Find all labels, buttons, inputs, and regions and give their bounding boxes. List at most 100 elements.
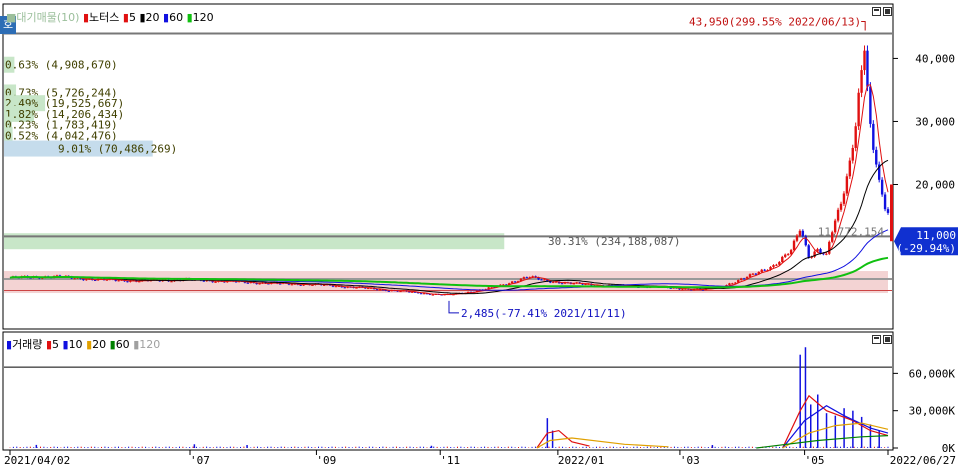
candle-body: [798, 230, 802, 236]
candle-body: [872, 123, 875, 150]
candle-body: [126, 281, 129, 283]
date-tick-label: '07: [190, 454, 210, 467]
legend-item-vma5[interactable]: ▮5: [46, 338, 59, 351]
candle-body: [85, 279, 88, 281]
candle-body: [854, 126, 857, 148]
candle-body: [763, 269, 766, 271]
candle-body: [748, 274, 752, 277]
candle-body: [387, 290, 391, 292]
date-tick-label: 2021/04/02: [4, 454, 70, 467]
legend-item-vma60[interactable]: ▮60: [110, 338, 130, 351]
candle-body: [552, 281, 555, 283]
candle-body: [875, 149, 878, 165]
current-price: 11,000: [916, 229, 956, 242]
candle-body: [560, 283, 564, 285]
candle-body: [584, 284, 587, 286]
candle-body: [807, 245, 810, 258]
volume-profile-label: 0.52% (4,042,476): [5, 129, 118, 142]
legend-item-supply[interactable]: ■대기매물(10): [6, 11, 79, 24]
candle-body: [510, 281, 514, 284]
candle-body: [845, 176, 849, 194]
price-tick-label: 40,000: [915, 52, 955, 65]
candle-body: [828, 241, 831, 254]
candle-body: [839, 203, 843, 210]
candle-body: [378, 289, 382, 291]
volume-legend: ▮거래량 ▮5 ▮10 ▮20 ▮60 ▮120: [6, 336, 160, 352]
volume-tick-label: 60,000K: [909, 367, 956, 380]
candle-body: [246, 282, 250, 284]
candle-body: [731, 283, 734, 285]
candle-body: [880, 179, 884, 195]
candle-body: [825, 253, 828, 255]
legend-item-volume[interactable]: ▮거래량: [6, 338, 42, 351]
candle-body: [411, 291, 414, 293]
legend-item-symbol[interactable]: ▮노터스: [83, 11, 119, 24]
date-tick-label: '11: [440, 454, 460, 467]
candle-body: [848, 160, 852, 177]
candle-body: [278, 283, 282, 285]
candle-body: [842, 193, 846, 204]
candle-body: [728, 283, 731, 286]
candle-body: [751, 273, 755, 275]
min-price-annotation: 2,485(-77.41% 2021/11/11): [461, 307, 627, 320]
legend-item-ma20[interactable]: ▮20: [139, 11, 159, 24]
volume-pane-close-icon[interactable]: [883, 335, 892, 344]
candle-body: [540, 279, 543, 281]
candle-body: [869, 86, 872, 124]
candle-body: [214, 281, 217, 283]
price-tick-label: 30,000: [915, 115, 955, 128]
candle-body: [739, 278, 743, 281]
volume-pane-maximize-icon[interactable]: [872, 335, 881, 344]
candle-body: [795, 235, 799, 241]
candle-body: [886, 209, 890, 213]
volume-profile-label: 0.63% (4,908,670): [5, 59, 118, 72]
candle-body: [860, 70, 863, 93]
legend-item-ma5[interactable]: ▮5: [123, 11, 136, 24]
candle-body: [760, 269, 763, 273]
candle-body: [543, 279, 546, 281]
candle-body: [801, 230, 805, 237]
volume-tick-label: 30,000K: [909, 405, 956, 418]
candle-body: [786, 254, 790, 256]
candle-body: [784, 254, 787, 257]
candle-body: [343, 287, 346, 289]
candle-body: [419, 293, 423, 295]
ma-end-label: 11,772,154: [818, 225, 885, 238]
candle-body: [202, 280, 206, 282]
candle-body: [117, 280, 120, 282]
price-pane-close-icon[interactable]: [883, 7, 892, 16]
candle-body: [522, 277, 526, 279]
price-legend: ■대기매물(10) ▮노터스 ▮5 ▮20 ▮60 ▮120: [6, 9, 214, 25]
legend-item-vma20[interactable]: ▮20: [86, 338, 106, 351]
volume-profile-label: 9.01% (70,486,269): [58, 143, 177, 156]
legend-item-ma60[interactable]: ▮60: [163, 11, 183, 24]
candle-body: [431, 294, 435, 296]
candle-body: [775, 264, 778, 266]
candle-body: [866, 50, 869, 87]
candle-body: [754, 273, 758, 275]
candle-body: [792, 240, 796, 251]
candle-body: [851, 147, 854, 161]
legend-item-vma120[interactable]: ▮120: [133, 338, 160, 351]
legend-item-ma120[interactable]: ▮120: [187, 11, 214, 24]
last-candle-body: [890, 184, 893, 242]
current-change: (-29.94%): [896, 242, 956, 255]
date-tick-label: 2022/06/27: [890, 454, 956, 467]
candle-body: [367, 288, 370, 290]
candle-body: [742, 278, 746, 280]
price-pane-maximize-icon[interactable]: [872, 7, 881, 16]
date-tick-label: '05: [805, 454, 825, 467]
candle-body: [73, 278, 76, 280]
candle-body: [323, 284, 326, 286]
candle-body: [422, 293, 426, 295]
max-price-annotation: 43,950(299.55% 2022/06/13): [689, 16, 861, 29]
candle-body: [863, 50, 866, 71]
date-tick-label: '03: [680, 454, 700, 467]
candle-body: [778, 262, 781, 265]
candle-body: [772, 265, 775, 267]
price-tick-label: 20,000: [915, 178, 955, 191]
candle-body: [883, 194, 887, 210]
legend-item-vma10[interactable]: ▮10: [63, 338, 83, 351]
candle-body: [836, 209, 840, 221]
candle-body: [334, 286, 338, 288]
